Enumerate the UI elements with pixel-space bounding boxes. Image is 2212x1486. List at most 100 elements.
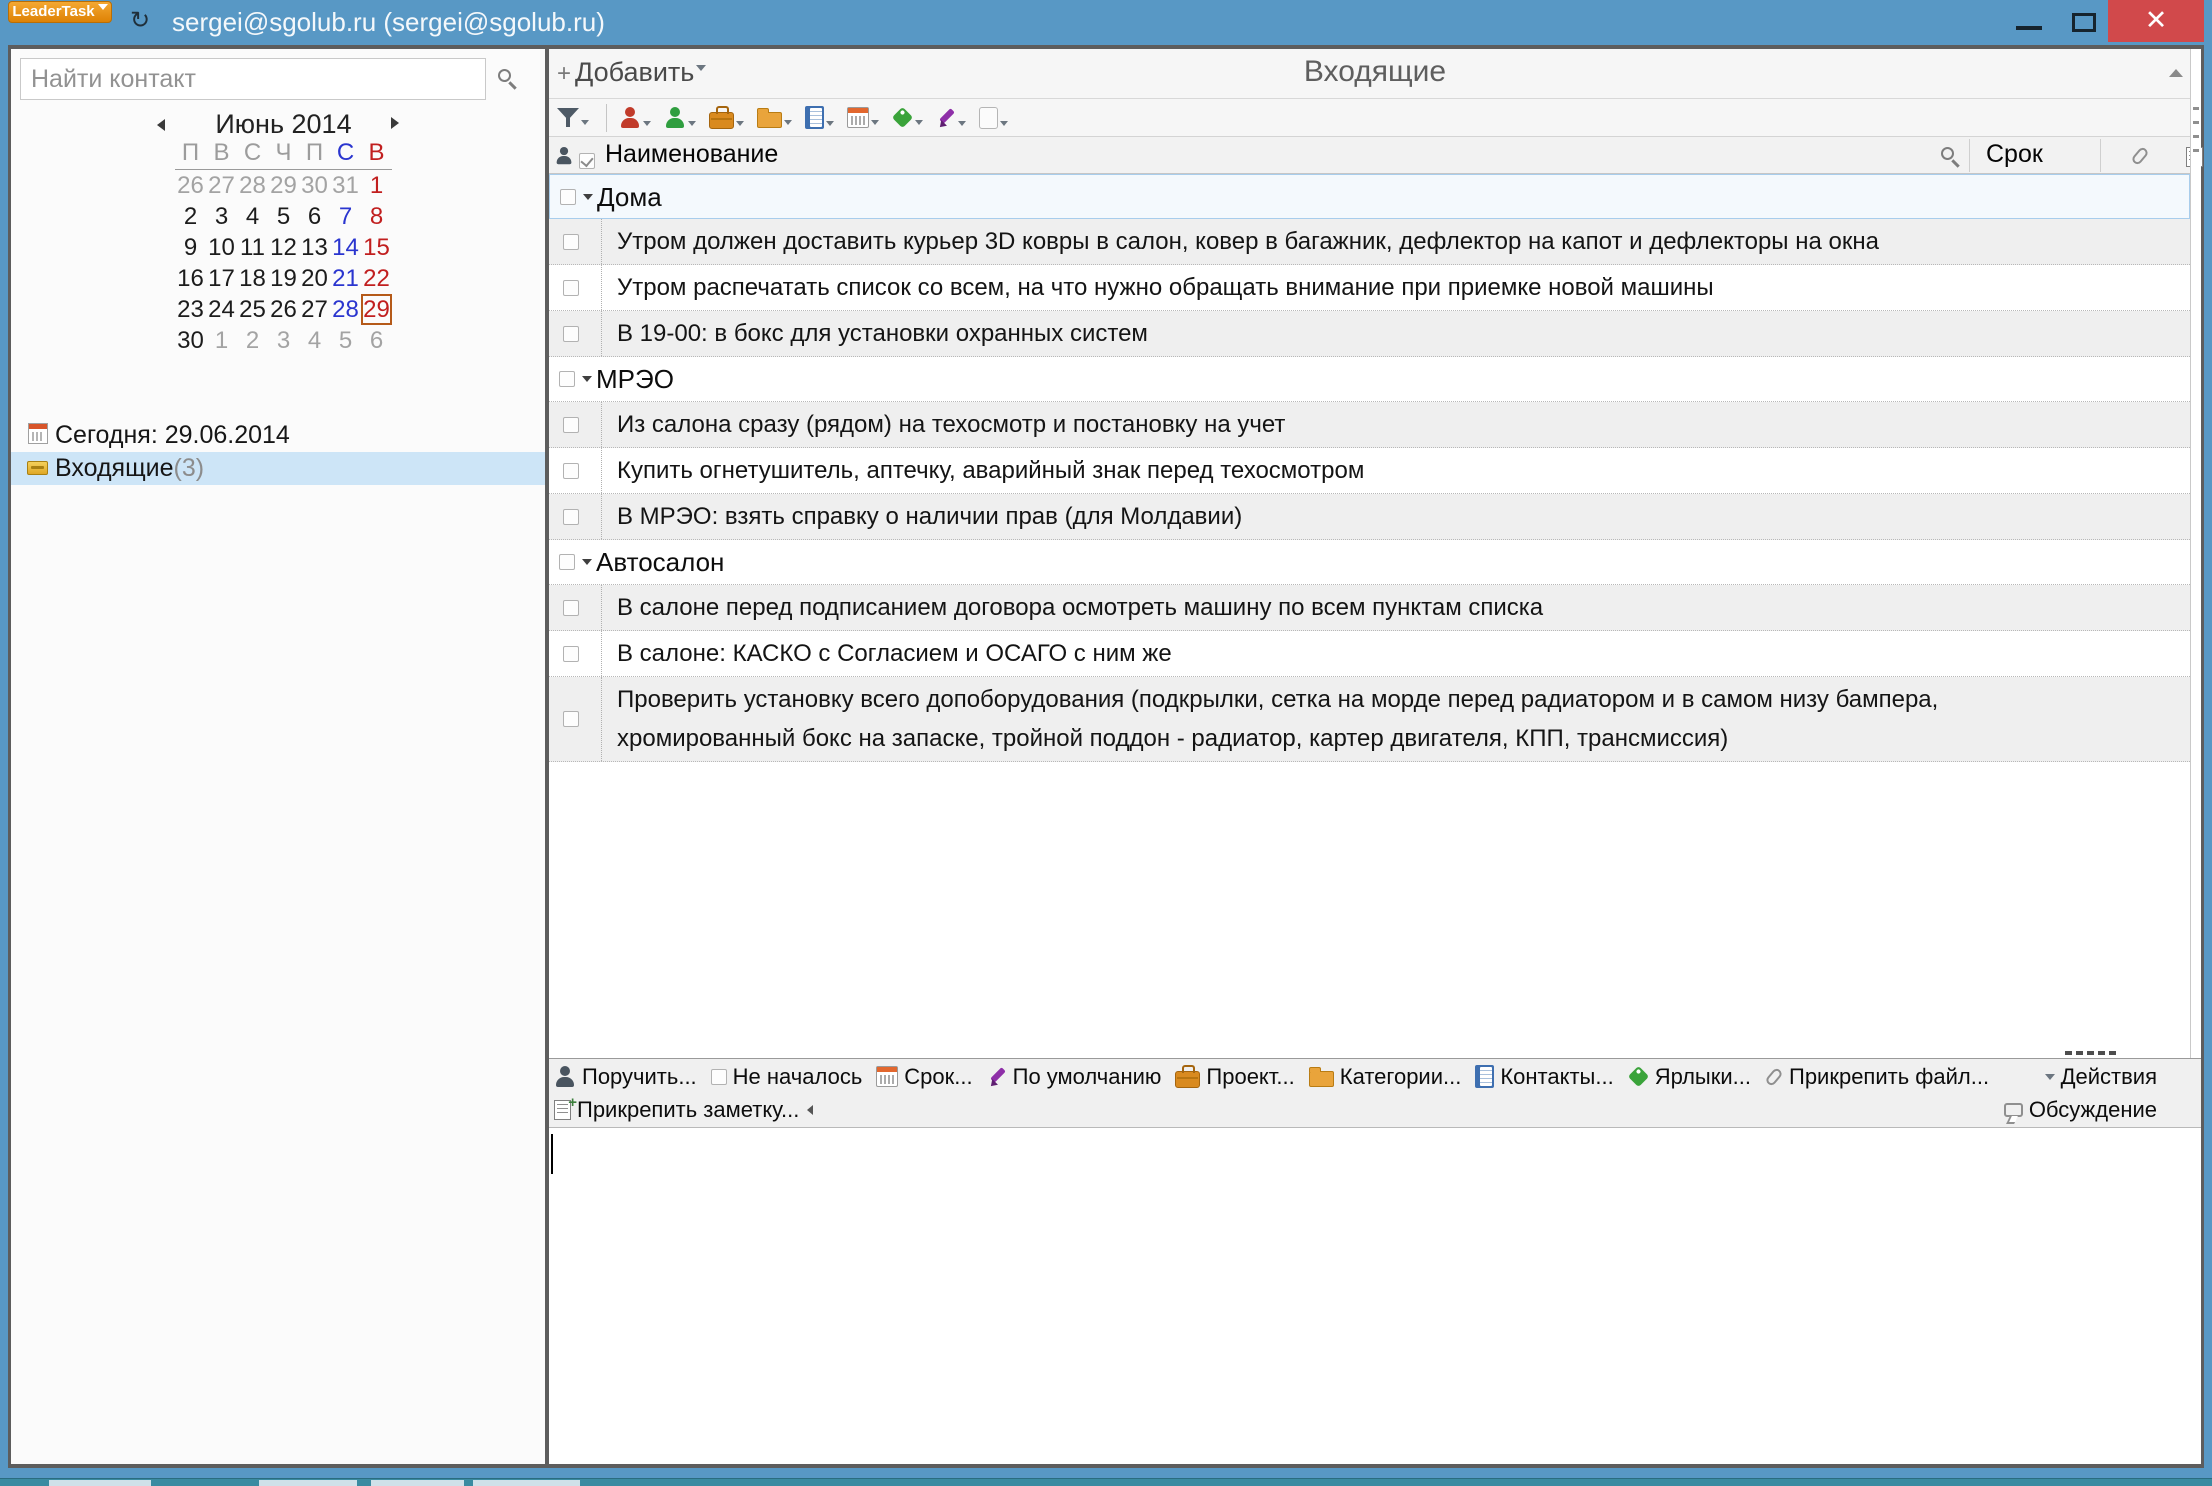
- calendar-day[interactable]: 4: [237, 201, 268, 232]
- assignee-red-dropdown[interactable]: [619, 107, 651, 129]
- calendar-day[interactable]: 30: [175, 325, 206, 356]
- task-row[interactable]: Утром распечатать список со всем, на что…: [549, 265, 2190, 311]
- calendar-day[interactable]: 23: [175, 294, 206, 325]
- contacts-button[interactable]: Контакты...: [1475, 1064, 1613, 1090]
- calendar-day[interactable]: 17: [206, 263, 237, 294]
- splitter-grip[interactable]: [2065, 1051, 2116, 1055]
- search-contact-input[interactable]: Найти контакт: [20, 58, 486, 100]
- date-dropdown[interactable]: [847, 107, 879, 128]
- calendar-day[interactable]: 14: [330, 232, 361, 263]
- calendar-day[interactable]: 6: [299, 201, 330, 232]
- attach-file-button[interactable]: Прикрепить файл...: [1765, 1064, 1989, 1090]
- column-due[interactable]: Срок: [1986, 140, 2043, 169]
- calendar-day-today[interactable]: 29: [361, 294, 392, 325]
- scrollbar[interactable]: [2190, 49, 2201, 1058]
- discussion-button[interactable]: Обсуждение: [2004, 1097, 2157, 1123]
- category-dropdown[interactable]: [757, 107, 792, 128]
- task-checkbox[interactable]: [563, 646, 579, 662]
- task-checkbox[interactable]: [563, 280, 579, 296]
- triangle-down-icon[interactable]: [582, 559, 592, 565]
- calendar-day[interactable]: 4: [299, 325, 330, 356]
- task-row[interactable]: Проверить установку всего допоборудовани…: [549, 677, 2190, 762]
- task-row[interactable]: Из салона сразу (рядом) на техосмотр и п…: [549, 402, 2190, 448]
- calendar-day[interactable]: 5: [268, 201, 299, 232]
- task-checkbox[interactable]: [559, 371, 575, 387]
- tag-dropdown[interactable]: [892, 107, 923, 128]
- calendar-day[interactable]: 29: [268, 170, 299, 201]
- calendar-day[interactable]: 28: [237, 170, 268, 201]
- note-input-area[interactable]: [549, 1128, 2201, 1464]
- task-row[interactable]: В 19-00: в бокс для установки охранных с…: [549, 311, 2190, 357]
- task-checkbox[interactable]: [563, 463, 579, 479]
- calendar-day[interactable]: 26: [268, 294, 299, 325]
- minimize-button[interactable]: [2016, 26, 2042, 30]
- sidebar-item-inbox[interactable]: Входящие(3): [11, 452, 545, 485]
- calendar-day[interactable]: 27: [206, 170, 237, 201]
- labels-button[interactable]: Ярлыки...: [1628, 1064, 1751, 1090]
- task-group-row[interactable]: Автосалон: [549, 540, 2190, 585]
- calendar-day[interactable]: 22: [361, 263, 392, 294]
- close-button[interactable]: ✕: [2108, 0, 2204, 42]
- person-icon[interactable]: [555, 147, 573, 165]
- calendar-prev-icon[interactable]: [157, 119, 165, 131]
- calendar-day[interactable]: 25: [237, 294, 268, 325]
- calendar-day[interactable]: 16: [175, 263, 206, 294]
- triangle-up-icon[interactable]: [2169, 69, 2183, 77]
- calendar-day[interactable]: 9: [175, 232, 206, 263]
- calendar-day[interactable]: 27: [299, 294, 330, 325]
- marker-dropdown[interactable]: [936, 107, 966, 129]
- categories-button[interactable]: Категории...: [1309, 1064, 1462, 1090]
- triangle-down-icon[interactable]: [583, 194, 593, 200]
- paperclip-icon[interactable]: [2131, 146, 2150, 166]
- actions-button[interactable]: Действия: [2045, 1064, 2157, 1090]
- task-checkbox[interactable]: [559, 554, 575, 570]
- status-dropdown[interactable]: [979, 107, 1008, 129]
- maximize-button[interactable]: [2072, 13, 2096, 32]
- task-checkbox[interactable]: [560, 189, 576, 205]
- task-row[interactable]: Утром должен доставить курьер 3D ковры в…: [549, 219, 2190, 265]
- task-checkbox[interactable]: [563, 417, 579, 433]
- assignee-green-dropdown[interactable]: [664, 107, 696, 129]
- attach-note-button[interactable]: Прикрепить заметку...: [554, 1097, 813, 1123]
- status-button[interactable]: Не началось: [711, 1064, 863, 1090]
- search-icon[interactable]: [1941, 147, 1954, 160]
- due-date-button[interactable]: Срок...: [876, 1064, 972, 1090]
- calendar-day[interactable]: 2: [237, 325, 268, 356]
- calendar-day[interactable]: 7: [330, 201, 361, 232]
- task-checkbox[interactable]: [563, 509, 579, 525]
- calendar-day[interactable]: 1: [206, 325, 237, 356]
- calendar-day[interactable]: 11: [237, 232, 268, 263]
- today-row[interactable]: Сегодня: 29.06.2014: [11, 421, 545, 451]
- project-dropdown[interactable]: [709, 106, 744, 129]
- calendar-day[interactable]: 26: [175, 170, 206, 201]
- calendar-day[interactable]: 20: [299, 263, 330, 294]
- task-row[interactable]: В МРЭО: взять справку о наличии прав (дл…: [549, 494, 2190, 540]
- calendar-day[interactable]: 3: [268, 325, 299, 356]
- task-row[interactable]: В салоне перед подписанием договора осмо…: [549, 585, 2190, 631]
- task-checkbox[interactable]: [563, 234, 579, 250]
- triangle-down-icon[interactable]: [582, 376, 592, 382]
- calendar-day[interactable]: 8: [361, 201, 392, 232]
- project-button[interactable]: Проект...: [1175, 1064, 1294, 1090]
- calendar-day[interactable]: 31: [330, 170, 361, 201]
- calendar-day[interactable]: 28: [330, 294, 361, 325]
- calendar-day[interactable]: 18: [237, 263, 268, 294]
- taskbar[interactable]: [0, 1478, 2212, 1486]
- calendar-day[interactable]: 10: [206, 232, 237, 263]
- leadertask-menu-button[interactable]: LeaderTask: [8, 1, 112, 23]
- calendar-day[interactable]: 13: [299, 232, 330, 263]
- calendar-day[interactable]: 3: [206, 201, 237, 232]
- task-row[interactable]: В салоне: КАСКО с Согласием и ОСАГО с ни…: [549, 631, 2190, 677]
- calendar-day[interactable]: 30: [299, 170, 330, 201]
- calendar-day[interactable]: 2: [175, 201, 206, 232]
- default-marker-button[interactable]: По умолчанию: [987, 1064, 1162, 1090]
- filter-dropdown[interactable]: [557, 108, 589, 128]
- task-checkbox[interactable]: [563, 711, 579, 727]
- task-checkbox[interactable]: [563, 600, 579, 616]
- calendar-day[interactable]: 21: [330, 263, 361, 294]
- calendar-day[interactable]: 1: [361, 170, 392, 201]
- calendar-day[interactable]: 12: [268, 232, 299, 263]
- calendar-day[interactable]: 24: [206, 294, 237, 325]
- calendar-day[interactable]: 19: [268, 263, 299, 294]
- task-checkbox[interactable]: [563, 326, 579, 342]
